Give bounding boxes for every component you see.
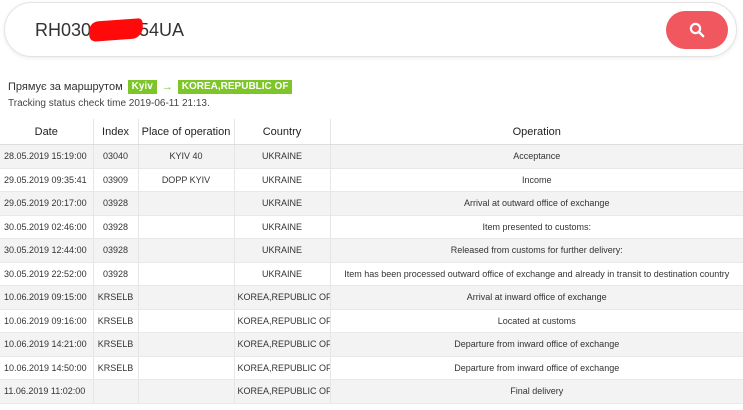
header-operation: Operation: [330, 119, 743, 145]
cell-operation: Departure from inward office of exchange: [330, 356, 743, 380]
cell-country: UKRAINE: [234, 191, 331, 216]
cell-index: [93, 379, 139, 404]
cell-country: KOREA,REPUBLIC OF: [234, 332, 331, 357]
cell-place: DOPP KYIV: [138, 168, 235, 192]
cell-date: 10.06.2019 14:50:00: [0, 356, 94, 380]
table-row: 29.05.2019 20:17:00 03928 UKRAINE Arrival a…: [0, 191, 743, 216]
cell-index: KRSELB: [93, 356, 139, 380]
cell-country: KOREA,REPUBLIC OF: [234, 285, 331, 310]
search-bar: RH030 54UA: [4, 2, 737, 57]
cell-index: KRSELB: [93, 332, 139, 357]
cell-country: UKRAINE: [234, 168, 331, 192]
cell-place: [138, 332, 235, 357]
cell-date: 29.05.2019 20:17:00: [0, 191, 94, 216]
table-row: 29.05.2019 09:35:41 03909 DOPP KYIV UKRAINE…: [0, 168, 743, 192]
cell-index: KRSELB: [93, 309, 139, 333]
cell-operation: Final delivery: [330, 379, 743, 404]
table-body: 28.05.2019 15:19:00 03040 KYIV 40 UKRAINE Ac…: [0, 144, 743, 404]
cell-operation: Arrival at inward office of exchange: [330, 285, 743, 310]
table-row: 10.06.2019 09:16:00 KRSELB KOREA,REPUBLIC …: [0, 309, 743, 333]
cell-place: [138, 191, 235, 216]
cell-index: 03928: [93, 238, 139, 263]
route-info: Прямує за маршрутом Kyiv → KOREA,REPUBLI…: [8, 80, 293, 94]
search-button[interactable]: [666, 11, 728, 49]
tracking-table: Date Index Place of operation Country Op…: [0, 119, 743, 404]
route-from-badge: Kyiv: [127, 80, 157, 94]
tracking-number-suffix: 54UA: [139, 20, 185, 40]
table-row: 11.06.2019 11:02:00 KOREA,REPUBLIC OF Fina…: [0, 379, 743, 404]
header-place: Place of operation: [138, 119, 235, 145]
status-check-time: Tracking status check time 2019-06-11 21…: [8, 98, 210, 109]
route-to-badge: KOREA,REPUBLIC OF: [177, 80, 293, 94]
cell-country: UKRAINE: [234, 144, 331, 169]
tracking-number-prefix: RH030: [35, 20, 92, 40]
route-arrow-icon: →: [161, 81, 173, 93]
cell-operation: Located at customs: [330, 309, 743, 333]
table-row: 28.05.2019 15:19:00 03040 KYIV 40 UKRAINE Ac…: [0, 144, 743, 169]
cell-index: 03928: [93, 262, 139, 286]
cell-place: [138, 309, 235, 333]
cell-date: 10.06.2019 14:21:00: [0, 332, 94, 357]
table-row: 10.06.2019 09:15:00 KRSELB KOREA,REPUBLIC …: [0, 285, 743, 310]
table-row: 10.06.2019 14:50:00 KRSELB KOREA,REPUBLIC …: [0, 356, 743, 380]
cell-country: UKRAINE: [234, 215, 331, 239]
cell-date: 28.05.2019 15:19:00: [0, 144, 94, 169]
cell-index: 03040: [93, 144, 139, 169]
cell-index: 03928: [93, 191, 139, 216]
cell-place: [138, 262, 235, 286]
cell-country: UKRAINE: [234, 238, 331, 263]
cell-place: [138, 215, 235, 239]
cell-date: 30.05.2019 12:44:00: [0, 238, 94, 263]
cell-country: UKRAINE: [234, 262, 331, 286]
cell-place: [138, 238, 235, 263]
table-row: 30.05.2019 22:52:00 03928 UKRAINE Item has …: [0, 262, 743, 286]
cell-index: 03928: [93, 215, 139, 239]
cell-place: [138, 285, 235, 310]
cell-operation: Released from customs for further delive…: [330, 238, 743, 263]
cell-operation: Acceptance: [330, 144, 743, 169]
cell-operation: Item presented to customs:: [330, 215, 743, 239]
header-country: Country: [234, 119, 331, 145]
cell-place: [138, 356, 235, 380]
cell-date: 10.06.2019 09:15:00: [0, 285, 94, 310]
cell-place: [138, 379, 235, 404]
cell-date: 11.06.2019 11:02:00: [0, 379, 94, 404]
header-index: Index: [93, 119, 139, 145]
cell-date: 10.06.2019 09:16:00: [0, 309, 94, 333]
search-icon: [689, 22, 705, 38]
cell-index: 03909: [93, 168, 139, 192]
table-row: 10.06.2019 14:21:00 KRSELB KOREA,REPUBLIC …: [0, 332, 743, 357]
cell-operation: Arrival at outward office of exchange: [330, 191, 743, 216]
table-row: 30.05.2019 12:44:00 03928 UKRAINE Released …: [0, 238, 743, 263]
cell-country: KOREA,REPUBLIC OF: [234, 356, 331, 380]
cell-operation: Item has been processed outward office o…: [330, 262, 743, 286]
cell-date: 30.05.2019 22:52:00: [0, 262, 94, 286]
cell-place: KYIV 40: [138, 144, 235, 169]
cell-date: 30.05.2019 02:46:00: [0, 215, 94, 239]
route-label: Прямує за маршрутом: [8, 81, 123, 93]
header-date: Date: [0, 119, 94, 145]
table-row: 30.05.2019 02:46:00 03928 UKRAINE Item pres…: [0, 215, 743, 239]
cell-operation: Income: [330, 168, 743, 192]
cell-index: KRSELB: [93, 285, 139, 310]
cell-operation: Departure from inward office of exchange: [330, 332, 743, 357]
cell-country: KOREA,REPUBLIC OF: [234, 379, 331, 404]
cell-date: 29.05.2019 09:35:41: [0, 168, 94, 192]
cell-country: KOREA,REPUBLIC OF: [234, 309, 331, 333]
table-header-row: Date Index Place of operation Country Op…: [0, 119, 743, 145]
